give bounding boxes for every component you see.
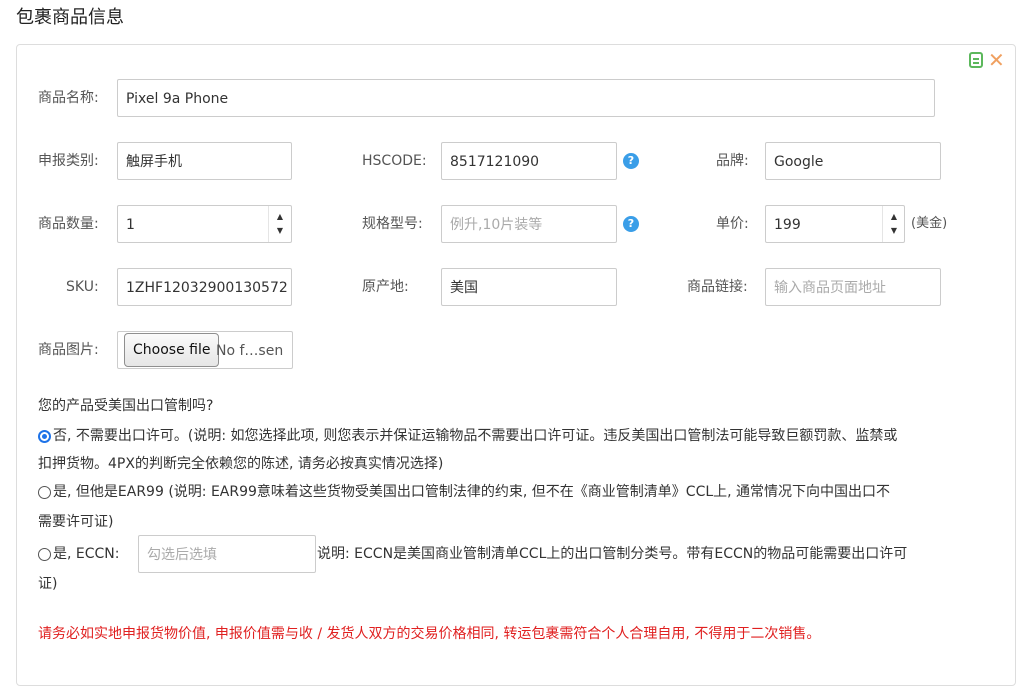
brand-label: 品牌: [716,153,749,169]
spec-input[interactable]: 例升,10片装等 [441,205,617,243]
quantity-up-icon[interactable]: ▲ [277,210,283,224]
price-unit: (美金) [911,216,948,231]
quantity-down-icon[interactable]: ▼ [277,224,283,238]
brand-input[interactable]: Google [765,142,941,180]
option-eccn-label: 是, ECCN: [53,546,120,562]
price-value: 199 [774,217,801,233]
value-declaration-warning: 请务必如实地申报货物价值, 申报价值需与收 / 发货人双方的交易价格相同, 转运… [38,626,821,642]
option-eccn-desc-line1: 说明: ECCN是美国商业管制清单CCL上的出口管制分类号。带有ECCN的物品可… [317,546,908,562]
price-down-icon[interactable]: ▼ [891,224,897,238]
quantity-spin-buttons[interactable]: ▲ ▼ [268,206,291,242]
link-label: 商品链接: [687,279,748,295]
radio-ear99[interactable] [38,486,51,499]
product-name-label: 商品名称: [38,90,99,106]
spec-label: 规格型号: [362,216,423,232]
quantity-value: 1 [126,217,135,233]
radio-eccn[interactable] [38,548,51,561]
hscode-input[interactable]: 8517121090 [441,142,617,180]
hscode-label: HSCODE: [362,153,427,169]
export-control-question: 您的产品受美国出口管制吗? [38,398,214,414]
option-eccn-desc-line2: 证) [38,576,58,592]
image-label: 商品图片: [38,342,99,358]
option-no-line2: 扣押货物。4PX的判断完全依赖您的陈述, 请务必按真实情况选择) [38,456,444,472]
option-ear99-line1: 是, 但他是EAR99 (说明: EAR99意味着这些货物受美国出口管制法律的约… [53,484,891,500]
hscode-help-icon[interactable]: ? [623,153,639,169]
product-name-input[interactable]: Pixel 9a Phone [117,79,935,117]
category-input[interactable]: 触屏手机 [117,142,292,180]
price-spin-buttons[interactable]: ▲ ▼ [882,206,905,242]
copy-icon[interactable] [969,52,983,68]
origin-label: 原产地: [362,279,409,295]
price-label: 单价: [716,216,749,232]
close-icon[interactable]: ✕ [988,50,1005,70]
link-input[interactable]: 输入商品页面地址 [765,268,941,306]
quantity-label: 商品数量: [38,216,99,232]
option-ear99-line2: 需要许可证) [38,514,114,530]
sku-label: SKU: [66,279,99,295]
radio-no-export-control[interactable] [38,430,51,443]
price-up-icon[interactable]: ▲ [891,210,897,224]
section-title: 包裹商品信息 [16,7,124,28]
option-no-line1: 否, 不需要出口许可。(说明: 如您选择此项, 则您表示并保证运输物品不需要出口… [53,428,898,444]
origin-input[interactable]: 美国 [441,268,617,306]
quantity-stepper[interactable]: 1 [117,205,292,243]
spec-help-icon[interactable]: ? [623,216,639,232]
sku-input[interactable]: 1ZHF12032900130572 A1 [117,268,292,306]
choose-file-button[interactable]: Choose file [124,333,220,367]
category-label: 申报类别: [38,153,99,169]
file-status-text: No f…sen [216,343,284,359]
eccn-input[interactable]: 勾选后选填 [138,535,316,573]
